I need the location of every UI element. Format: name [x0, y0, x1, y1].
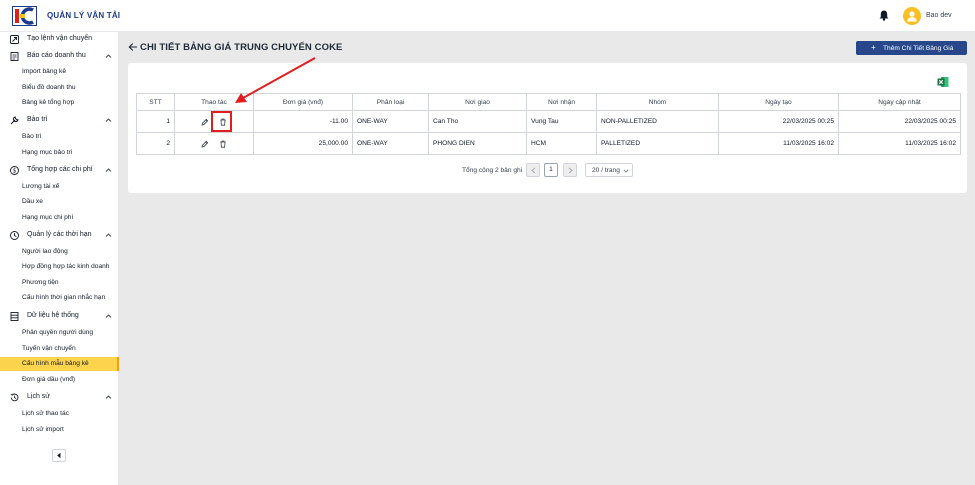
cell-updated: 11/03/2025 16:02 [838, 132, 961, 155]
edit-icon[interactable] [201, 118, 209, 126]
cell-from: Can Tho [428, 110, 527, 133]
table-row: 2 25,000.00 ONE-WAY PHONG DIEN HCM PALLE… [136, 132, 961, 155]
column-header-type: Phân loại [352, 93, 429, 111]
sidebar-item-driver-salary[interactable]: Lương tài xế [0, 180, 119, 194]
page-size-select[interactable]: 20 / trang [585, 163, 633, 177]
sidebar-item-maintenance-category[interactable]: Hạng mục bảo trì [0, 146, 119, 160]
sidebar-item-expense-category[interactable]: Hạng mục chi phí [0, 211, 119, 225]
database-icon [10, 312, 19, 321]
sidebar-item-fuel[interactable]: Dầu xe [0, 195, 119, 209]
sidebar-group-maintenance[interactable]: Bảo trì [0, 113, 119, 127]
top-header: QUẢN LÝ VẬN TẢI Bao dev [0, 0, 975, 32]
chevron-up-icon [105, 118, 112, 122]
sidebar-group-deadlines[interactable]: Quản lý các thời hạn [0, 228, 119, 242]
wrench-icon [10, 116, 19, 125]
user-avatar[interactable] [903, 7, 921, 25]
sidebar-collapse-button[interactable] [52, 449, 66, 462]
annotation-highlight-box [211, 111, 232, 132]
report-icon [10, 52, 19, 61]
chevron-down-icon [623, 169, 629, 173]
column-header-price: Đơn giá (vnđ) [253, 93, 353, 111]
cell-group: NON-PALLETIZED [596, 110, 719, 133]
sidebar-item-business-contract[interactable]: Hợp đồng hợp tác kinh doanh [0, 260, 119, 274]
pagination-total: Tổng cộng 2 bản ghi [462, 167, 523, 174]
trash-icon[interactable] [219, 140, 227, 148]
cell-price: 25,000.00 [253, 132, 353, 155]
user-icon [907, 11, 917, 22]
chevron-up-icon [105, 314, 112, 318]
sidebar-group-revenue[interactable]: Báo cáo doanh thu [0, 49, 119, 63]
cell-created: 11/03/2025 16:02 [718, 132, 839, 155]
pagination-prev-button[interactable] [526, 163, 540, 177]
page-title: CHI TIẾT BẢNG GIÁ TRUNG CHUYỂN COKE [140, 42, 343, 53]
column-header-group: Nhóm [596, 93, 719, 111]
sidebar-item-import-history[interactable]: Lịch sử import [0, 423, 119, 437]
sidebar-item-user-permissions[interactable]: Phân quyền người dùng [0, 326, 119, 340]
sidebar-item-fuel-price[interactable]: Đơn giá dầu (vnđ) [0, 373, 119, 387]
excel-export-icon[interactable] [937, 76, 949, 88]
edit-icon[interactable] [201, 140, 209, 148]
back-arrow-icon[interactable] [128, 42, 138, 52]
plus-icon: + [871, 43, 876, 52]
cell-actions [174, 132, 254, 155]
sidebar-item-vehicles[interactable]: Phương tiện [0, 276, 119, 290]
caret-left-icon [57, 452, 61, 459]
pagination-next-button[interactable] [563, 163, 577, 177]
pagination-page-1[interactable]: 1 [544, 163, 558, 177]
table-row: 1 -11.00 ONE-WAY Can Tho Vung Tau NON-PA… [136, 110, 961, 133]
sidebar: Tạo lệnh vận chuyển Báo cáo doanh thu Im… [0, 32, 119, 485]
dollar-circle-icon: $ [10, 166, 19, 175]
column-header-created: Ngày tạo [718, 93, 839, 111]
sidebar-item-workers[interactable]: Người lao động [0, 245, 119, 259]
table-header-row: STT Thao tác Đơn giá (vnđ) Phân loại Nơi… [136, 93, 961, 111]
svg-text:$: $ [13, 168, 17, 175]
column-header-from: Nơi giao [428, 93, 527, 111]
clock-icon [10, 231, 19, 240]
sidebar-item-action-history[interactable]: Lịch sử thao tác [0, 407, 119, 421]
chevron-up-icon [105, 168, 112, 172]
cell-updated: 22/03/2025 00:25 [838, 110, 961, 133]
column-header-to: Nơi nhận [526, 93, 597, 111]
chevron-left-icon [531, 167, 536, 174]
cell-group: PALLETIZED [596, 132, 719, 155]
cell-type: ONE-WAY [352, 132, 429, 155]
cell-to: Vung Tau [526, 110, 597, 133]
history-icon [10, 393, 19, 402]
cell-type: ONE-WAY [352, 110, 429, 133]
cell-created: 22/03/2025 00:25 [718, 110, 839, 133]
cell-price: -11.00 [253, 110, 353, 133]
chevron-up-icon [105, 395, 112, 399]
price-detail-table: STT Thao tác Đơn giá (vnđ) Phân loại Nơi… [136, 93, 961, 155]
sidebar-item-routes[interactable]: Tuyến vận chuyển [0, 342, 119, 356]
sidebar-item-maintenance[interactable]: Bảo trì [0, 130, 119, 144]
chevron-up-icon [105, 54, 112, 58]
cell-from: PHONG DIEN [428, 132, 527, 155]
sidebar-item-reminder-config[interactable]: Cấu hình thời gian nhắc hạn [0, 291, 119, 305]
column-header-updated: Ngày cập nhật [838, 93, 961, 111]
square-arrow-icon [10, 35, 19, 44]
add-price-detail-button[interactable]: + Thêm Chi Tiết Bảng Giá [856, 41, 967, 55]
column-header-actions: Thao tác [174, 93, 254, 111]
sidebar-item-statement-template[interactable]: Cấu hình mẫu bảng kê [0, 357, 119, 371]
chevron-up-icon [105, 233, 112, 237]
sidebar-group-create-order[interactable]: Tạo lệnh vận chuyển [0, 32, 119, 46]
sidebar-group-expenses[interactable]: $ Tổng hợp các chi phí [0, 163, 119, 177]
sidebar-item-summary-statement[interactable]: Bảng kê tổng hợp [0, 96, 119, 110]
user-name[interactable]: Bao dev [926, 12, 952, 19]
cell-to: HCM [526, 132, 597, 155]
sidebar-item-revenue-chart[interactable]: Biểu đồ doanh thu [0, 81, 119, 95]
chevron-right-icon [568, 167, 573, 174]
cell-stt: 2 [136, 132, 175, 155]
bell-icon[interactable] [879, 10, 889, 21]
column-header-stt: STT [136, 93, 175, 111]
company-logo[interactable] [12, 6, 37, 26]
sidebar-group-system-data[interactable]: Dữ liệu hệ thống [0, 309, 119, 323]
sidebar-group-history[interactable]: Lịch sử [0, 390, 119, 404]
sidebar-item-import-statement[interactable]: Import bảng kê [0, 65, 119, 79]
app-title: QUẢN LÝ VẬN TẢI [47, 11, 121, 20]
cell-stt: 1 [136, 110, 175, 133]
